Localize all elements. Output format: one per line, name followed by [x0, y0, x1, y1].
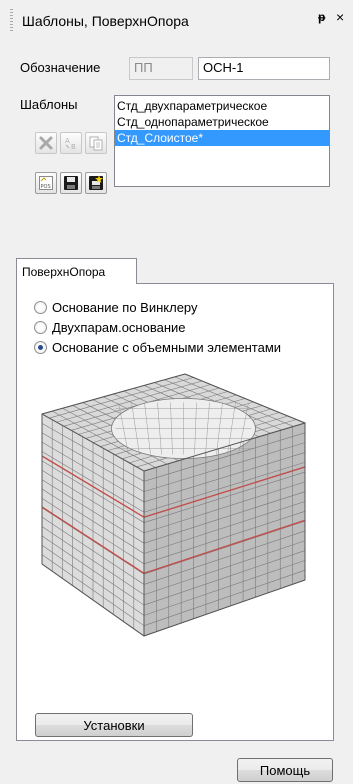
radio-two-param[interactable]: Двухпарам.основание [34, 317, 186, 337]
designation-input[interactable]: ОСН-1 [198, 57, 330, 80]
pin-icon[interactable]: ᵽ [318, 10, 325, 24]
radio-checked-icon [34, 340, 47, 354]
save-new-button[interactable] [85, 172, 107, 194]
svg-text:POS: POS [41, 184, 51, 190]
radio-icon [34, 300, 47, 314]
rename-button[interactable]: A B [60, 132, 82, 154]
designation-label: Обозначение [20, 60, 101, 75]
templates-label: Шаблоны [20, 97, 78, 112]
radio-icon [34, 320, 47, 334]
radio-label: Основание с объемными элементами [52, 339, 282, 355]
import-pos-button[interactable]: POS [35, 172, 57, 194]
window-title: Шаблоны, ПоверхнОпора [22, 13, 189, 29]
rename-icon: A B [65, 137, 76, 151]
help-button[interactable]: Помощь [237, 758, 333, 782]
save-button[interactable] [60, 172, 82, 194]
svg-text:A: A [65, 137, 70, 145]
radio-winkler[interactable]: Основание по Винклеру [34, 297, 198, 317]
list-item[interactable]: Стд_двухпараметрическое [115, 98, 329, 114]
designation-prefix-field: ПП [129, 57, 193, 80]
settings-button[interactable]: Установки [35, 713, 193, 737]
radio-volume-elements[interactable]: Основание с объемными элементами [34, 337, 281, 357]
delete-button[interactable] [35, 132, 57, 154]
delete-icon [39, 136, 53, 150]
radio-label: Основание по Винклеру [52, 299, 198, 315]
tab-poverkhnopora[interactable]: ПоверхнОпора [16, 258, 137, 284]
soil-block-illustration [40, 373, 307, 637]
close-icon[interactable]: × [336, 9, 344, 25]
save-new-icon [89, 175, 103, 190]
list-item-selected[interactable]: Стд_Слоистое* [115, 130, 329, 146]
drag-grip-icon[interactable] [10, 9, 13, 33]
save-icon [64, 176, 78, 190]
copy-button[interactable] [85, 132, 107, 154]
templates-list[interactable]: Стд_двухпараметрическое Стд_однопараметр… [114, 95, 330, 187]
import-pos-icon: POS [39, 176, 53, 190]
radio-label: Двухпарам.основание [52, 319, 186, 335]
list-item[interactable]: Стд_однопараметрическое [115, 114, 329, 130]
svg-text:B: B [71, 143, 76, 151]
copy-icon [89, 136, 103, 151]
